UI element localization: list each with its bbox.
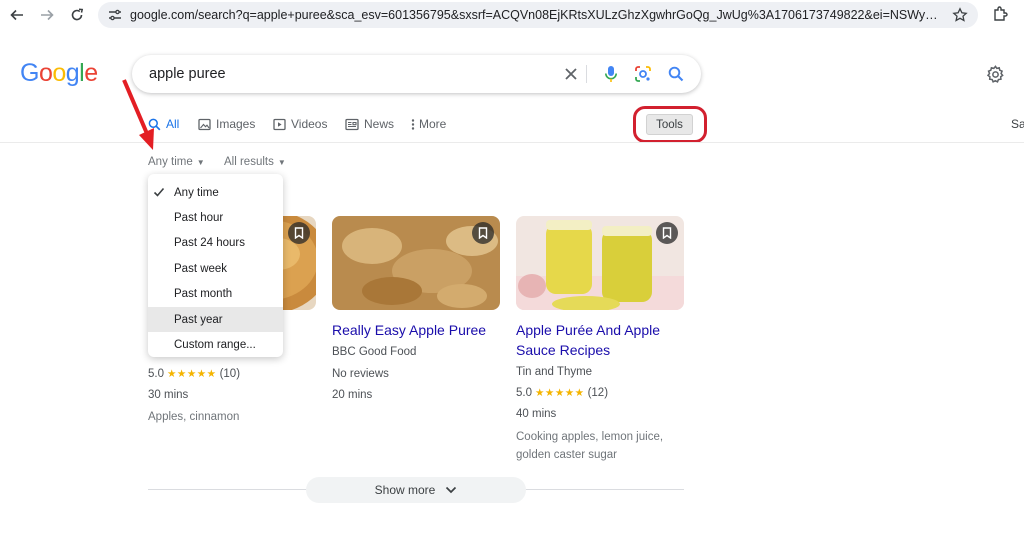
time-menu-item-label: Past year bbox=[174, 313, 223, 326]
logo-letter: e bbox=[84, 59, 98, 87]
recipe-time-1: 30 mins bbox=[148, 389, 189, 401]
time-filter-dropdown[interactable]: Any time ▼ bbox=[148, 156, 205, 168]
news-icon bbox=[345, 118, 359, 131]
search-submit-icon[interactable] bbox=[666, 64, 686, 84]
show-more-button[interactable]: Show more bbox=[306, 477, 526, 503]
time-menu-item-label: Any time bbox=[174, 186, 219, 199]
back-icon[interactable] bbox=[8, 6, 26, 24]
time-menu-item-label: Custom range... bbox=[174, 338, 256, 351]
caret-down-icon: ▼ bbox=[196, 157, 205, 167]
rating-value: 5.0 bbox=[148, 368, 164, 380]
tab-all-label: All bbox=[166, 117, 180, 131]
safesearch-tab-partial[interactable]: Sa bbox=[1011, 117, 1024, 131]
recipe-time-2: 20 mins bbox=[332, 389, 373, 401]
time-filter-label: Any time bbox=[148, 156, 193, 168]
lens-camera-icon[interactable] bbox=[633, 64, 653, 84]
search-input[interactable]: apple puree bbox=[149, 66, 226, 82]
recipe-image-3[interactable] bbox=[516, 216, 684, 310]
review-count: (12) bbox=[587, 387, 609, 399]
recipe-title-3[interactable]: Apple Purée And Apple Sauce Recipes bbox=[516, 320, 684, 360]
bookmark-star-icon[interactable] bbox=[952, 7, 968, 28]
caret-down-icon: ▼ bbox=[277, 157, 286, 167]
search-divider bbox=[586, 65, 587, 83]
logo-letter: g bbox=[65, 59, 80, 87]
tab-news[interactable]: News bbox=[345, 114, 394, 134]
save-recipe-bookmark-icon[interactable] bbox=[288, 222, 310, 244]
url-text: google.com/search?q=apple+puree&sca_esv=… bbox=[130, 8, 942, 22]
reload-icon[interactable] bbox=[68, 6, 86, 24]
search-box[interactable]: apple puree bbox=[132, 55, 701, 93]
tab-news-label: News bbox=[364, 117, 395, 131]
microphone-icon[interactable] bbox=[601, 64, 621, 84]
time-menu-item[interactable]: Any time bbox=[148, 180, 283, 205]
show-more-label: Show more bbox=[374, 483, 436, 497]
results-filter-dropdown[interactable]: All results ▼ bbox=[224, 156, 286, 168]
more-vertical-icon bbox=[411, 118, 415, 131]
time-menu-item-label: Past month bbox=[174, 288, 233, 301]
forward-icon[interactable] bbox=[38, 6, 56, 24]
rating-value: 5.0 bbox=[516, 387, 532, 399]
image-icon bbox=[198, 118, 211, 131]
recipe-rating-1: 5.0 ★★★★★ (10) bbox=[148, 368, 240, 380]
recipe-title-2[interactable]: Really Easy Apple Puree bbox=[332, 320, 502, 340]
time-menu-item-label: Past week bbox=[174, 262, 228, 275]
recipe-ingredients-1: Apples, cinnamon bbox=[148, 411, 240, 423]
tab-more[interactable]: More bbox=[411, 114, 446, 134]
time-menu-item[interactable]: Past week bbox=[148, 256, 283, 281]
play-icon bbox=[273, 118, 286, 131]
address-bar[interactable]: google.com/search?q=apple+puree&sca_esv=… bbox=[98, 2, 978, 28]
recipe-image-2[interactable] bbox=[332, 216, 500, 310]
tab-videos[interactable]: Videos bbox=[273, 114, 327, 134]
tab-all[interactable]: All bbox=[148, 114, 179, 134]
extensions-puzzle-icon[interactable] bbox=[992, 5, 1010, 28]
recipe-source-2: BBC Good Food bbox=[332, 346, 417, 358]
time-menu-item[interactable]: Past hour bbox=[148, 205, 283, 230]
recipe-ingredients-3: Cooking apples, lemon juice, golden cast… bbox=[516, 431, 664, 461]
rating-stars: ★★★★★ bbox=[167, 368, 217, 380]
browser-toolbar: google.com/search?q=apple+puree&sca_esv=… bbox=[0, 0, 1024, 30]
tab-more-label: More bbox=[419, 117, 447, 131]
time-menu-item[interactable]: Past month bbox=[148, 282, 283, 307]
logo-letter: o bbox=[38, 59, 53, 87]
save-recipe-bookmark-icon[interactable] bbox=[656, 222, 678, 244]
settings-gear-icon[interactable] bbox=[986, 65, 1005, 89]
tab-images-label: Images bbox=[216, 117, 256, 131]
checkmark-icon bbox=[152, 185, 166, 202]
tools-highlight-circle bbox=[633, 106, 707, 143]
save-recipe-bookmark-icon[interactable] bbox=[472, 222, 494, 244]
header-divider bbox=[0, 142, 1024, 143]
rating-stars: ★★★★★ bbox=[535, 387, 585, 399]
logo-letter: G bbox=[20, 59, 39, 87]
time-menu-item[interactable]: Past 24 hours bbox=[148, 231, 283, 256]
time-menu-item-label: Past 24 hours bbox=[174, 237, 245, 250]
tab-videos-label: Videos bbox=[291, 117, 328, 131]
recipe-rating-2: No reviews bbox=[332, 368, 389, 380]
chevron-down-icon bbox=[445, 486, 457, 494]
time-menu-item[interactable]: Past year bbox=[148, 307, 283, 332]
recipe-time-3: 40 mins bbox=[516, 408, 557, 420]
review-count: (10) bbox=[219, 368, 241, 380]
site-settings-icon[interactable] bbox=[108, 8, 122, 27]
results-filter-label: All results bbox=[224, 156, 274, 168]
recipe-rating-3: 5.0 ★★★★★ (12) bbox=[516, 387, 608, 399]
time-menu-item-label: Past hour bbox=[174, 211, 224, 224]
logo-letter: o bbox=[52, 59, 66, 87]
recipe-source-3: Tin and Thyme bbox=[516, 366, 593, 378]
search-icon bbox=[148, 118, 161, 131]
time-filter-menu: Any time Past hour Past 24 hours Past week P… bbox=[148, 174, 283, 357]
clear-icon[interactable] bbox=[561, 64, 581, 84]
tab-images[interactable]: Images bbox=[198, 114, 255, 134]
time-menu-item[interactable]: Custom range... bbox=[148, 332, 283, 357]
google-logo[interactable]: Google bbox=[20, 59, 98, 88]
